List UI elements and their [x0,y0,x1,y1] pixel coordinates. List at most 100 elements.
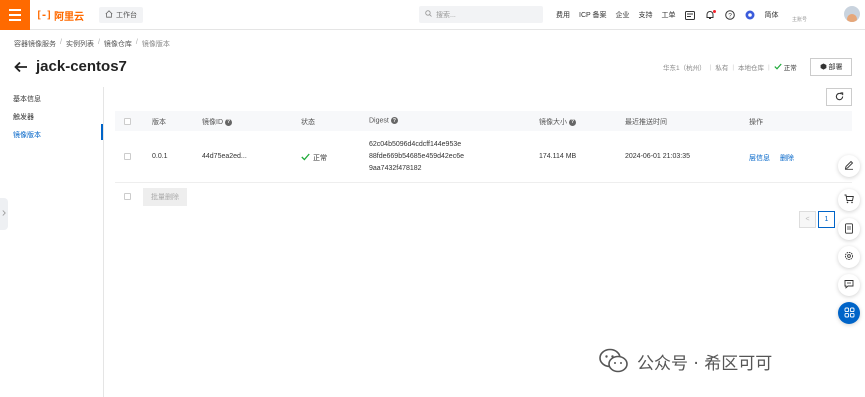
repo-type-label: 本地仓库 [738,65,765,72]
app-icon[interactable] [745,10,756,21]
refresh-button[interactable] [826,88,852,106]
search-placeholder: 搜索... [436,11,456,19]
svg-text:?: ? [728,12,732,19]
wechat-icon [599,348,629,374]
chat-icon [844,279,854,291]
deploy-button[interactable]: 部署 [810,58,852,76]
help-icon[interactable]: ? [390,117,398,124]
feedback-edit-tool[interactable] [838,155,860,177]
link-icp[interactable]: ICP 备案 [579,10,607,20]
nav-active-indicator [101,124,103,140]
col-pushed-at: 最近推送时间 [625,119,667,126]
digest-value: 62c04b5096d4cdcff144e953e 88fde669b54685… [369,139,464,175]
table-header: 版本 镜像ID? 状态 Digest? 镜像大小? 最近推送时间 操作 [115,111,852,131]
message-icon[interactable] [685,10,696,21]
region-label: 华东1（杭州） [663,65,706,72]
pagination: < 1 [799,211,835,228]
table-footer: 批量删除 [115,187,852,207]
row-checkbox[interactable] [124,153,131,160]
language-switch[interactable]: 简体 [765,10,779,20]
versions-table: 版本 镜像ID? 状态 Digest? 镜像大小? 最近推送时间 操作 0.0.… [115,111,852,183]
aliyun-logo[interactable]: [-] 阿里云 [36,9,85,23]
col-digest: Digest? [369,117,398,124]
repo-meta: 华东1（杭州） | 私有 | 本地仓库 | 正常 [663,62,797,72]
link-enterprise[interactable]: 企业 [616,10,630,20]
batch-delete-button[interactable]: 批量删除 [143,188,187,206]
home-icon [105,10,113,20]
col-size-label: 镜像大小 [539,119,567,126]
prev-page-button[interactable]: < [799,211,816,228]
row-status: 正常 [301,153,327,163]
link-support[interactable]: 支持 [639,10,653,20]
help-icon[interactable]: ? [225,118,232,126]
user-type: 主账号 [792,17,808,23]
search-icon [425,10,432,19]
search-input[interactable]: 搜索... [419,6,543,23]
grid-icon [844,307,855,320]
size-value: 174.114 MB [539,153,577,160]
status-badge: 正常 [774,62,797,72]
select-all-checkbox[interactable] [124,118,131,125]
check-icon [774,63,782,72]
aliyun-logo-icon: [-] [36,9,52,21]
gear-icon [844,251,854,263]
link-ticket[interactable]: 工单 [662,10,676,20]
help-icon[interactable]: ? [725,10,736,21]
user-menu[interactable]: 主账号 [792,4,836,26]
visibility-label: 私有 [715,65,729,72]
digest-line: 88fde669b54685e459d42ec6e [369,153,464,160]
page-number[interactable]: 1 [818,211,835,228]
workbench-button[interactable]: 工作台 [99,7,143,23]
breadcrumb-item[interactable]: 实例列表 [66,39,94,49]
notification-dot [712,9,716,13]
help-icon[interactable]: ? [569,118,576,126]
watermark-text: 公众号 · 希区可可 [637,353,773,374]
col-actions: 操作 [749,119,763,126]
cart-tool[interactable] [838,189,860,211]
breadcrumb-separator: / [60,39,62,46]
meta-separator: | [709,63,712,71]
link-fees[interactable]: 费用 [556,10,570,20]
logo-text: 阿里云 [54,11,85,23]
apps-tool[interactable] [838,302,860,324]
meta-separator: | [768,63,770,71]
breadcrumb-item[interactable]: 容器镜像服务 [14,39,56,49]
digest-line: 62c04b5096d4cdcff144e953e [369,141,462,148]
page-header: jack-centos7 [14,58,127,75]
page-title: jack-centos7 [36,58,127,75]
chat-tool[interactable] [838,274,860,296]
collapse-toggle[interactable] [0,198,8,230]
workbench-label: 工作台 [116,12,137,19]
deploy-label: 部署 [828,64,843,71]
breadcrumb-separator: / [135,39,138,46]
nav-item-image-versions[interactable]: 镜像版本 [13,130,41,140]
settings-tool[interactable] [838,246,860,268]
meta-separator: | [732,63,735,71]
col-size: 镜像大小? [539,117,576,127]
nav-item-trigger[interactable]: 触发器 [13,112,34,122]
image-id-value: 44d75ea2ed... [202,153,247,160]
footer-select-checkbox[interactable] [124,193,131,200]
version-value: 0.0.1 [152,153,168,160]
col-image-id: 镜像ID? [202,117,232,127]
check-icon [301,153,310,163]
menu-button[interactable] [0,0,30,30]
avatar[interactable] [844,6,860,22]
cart-icon [844,194,854,206]
bell-icon[interactable] [705,9,716,21]
col-version: 版本 [152,119,166,126]
row-status-text: 正常 [313,155,327,162]
breadcrumb-item[interactable]: 镜像仓库 [104,39,132,49]
scan-tool[interactable] [838,218,860,240]
col-digest-label: Digest [369,117,389,125]
top-bar: [-] 阿里云 工作台 搜索... 费用 ICP 备案 企业 支持 工单 ? 简… [0,0,865,30]
back-arrow-icon[interactable] [14,60,28,74]
pushed-at-value: 2024-06-01 21:03:35 [625,153,690,160]
status-text: 正常 [783,65,797,72]
deploy-icon [820,62,827,72]
nav-item-basic-info[interactable]: 基本信息 [13,94,41,104]
refresh-icon [835,91,844,103]
delete-link[interactable]: 删除 [780,153,794,163]
layer-info-link[interactable]: 层信息 [749,153,770,163]
breadcrumb-current: 镜像版本 [141,41,170,48]
